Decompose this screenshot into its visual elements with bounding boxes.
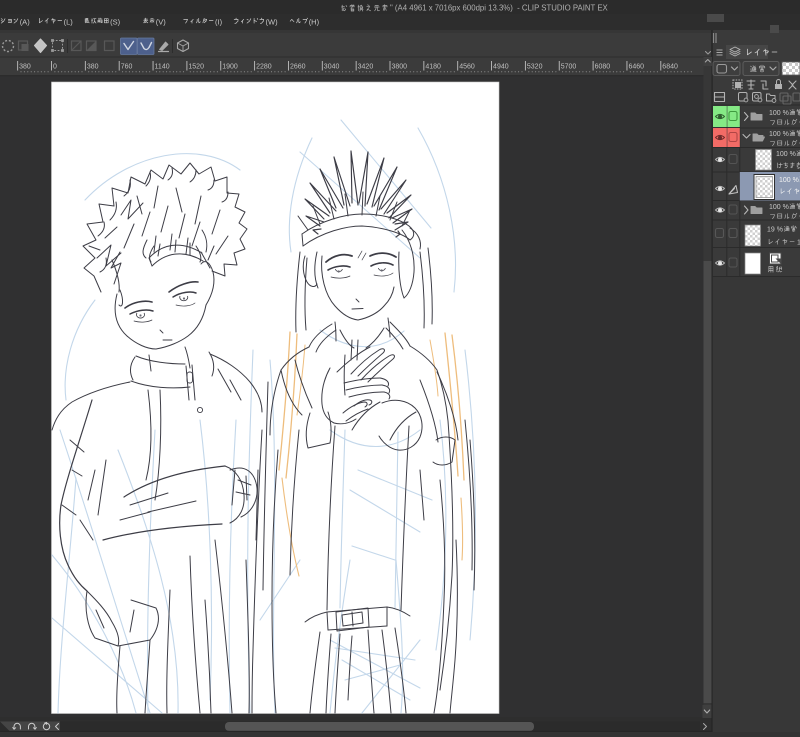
svg-text:(A): (A) bbox=[20, 18, 31, 27]
svg-text:3800: 3800 bbox=[392, 64, 408, 71]
svg-text:100 %: 100 % bbox=[769, 110, 789, 117]
svg-text:380: 380 bbox=[19, 64, 31, 71]
svg-text:6460: 6460 bbox=[628, 64, 644, 71]
svg-text:100 %: 100 % bbox=[769, 204, 789, 211]
svg-text:2660: 2660 bbox=[290, 64, 306, 71]
svg-text:0: 0 bbox=[53, 64, 57, 71]
svg-text:5320: 5320 bbox=[527, 64, 543, 71]
svg-text:760: 760 bbox=[121, 64, 133, 71]
svg-text:1520: 1520 bbox=[188, 64, 204, 71]
svg-text:100 %: 100 % bbox=[769, 131, 789, 138]
svg-text:(V): (V) bbox=[156, 18, 167, 27]
svg-text:100 %: 100 % bbox=[779, 177, 799, 184]
svg-text:6080: 6080 bbox=[595, 64, 611, 71]
svg-text:19 %: 19 % bbox=[767, 227, 783, 234]
svg-text:(W): (W) bbox=[266, 18, 279, 27]
svg-text:" (A4 4961 x 7016px 600dpi 13.: " (A4 4961 x 7016px 600dpi 13.3%) - CLIP… bbox=[390, 4, 609, 13]
svg-text:380: 380 bbox=[87, 64, 99, 71]
svg-text:(H): (H) bbox=[309, 18, 320, 27]
svg-text:4560: 4560 bbox=[459, 64, 475, 71]
svg-text:(L): (L) bbox=[64, 18, 74, 27]
svg-text:3040: 3040 bbox=[324, 64, 340, 71]
svg-text:4940: 4940 bbox=[493, 64, 509, 71]
svg-text:2280: 2280 bbox=[256, 64, 272, 71]
svg-text:5700: 5700 bbox=[561, 64, 577, 71]
svg-text:1900: 1900 bbox=[222, 64, 238, 71]
svg-text:3420: 3420 bbox=[358, 64, 374, 71]
svg-text:4180: 4180 bbox=[425, 64, 441, 71]
svg-text:1140: 1140 bbox=[155, 64, 170, 71]
svg-text:(S): (S) bbox=[110, 18, 121, 27]
svg-text:6840: 6840 bbox=[662, 64, 678, 71]
svg-text:(I): (I) bbox=[215, 18, 223, 27]
svg-text:100 %: 100 % bbox=[776, 151, 796, 158]
